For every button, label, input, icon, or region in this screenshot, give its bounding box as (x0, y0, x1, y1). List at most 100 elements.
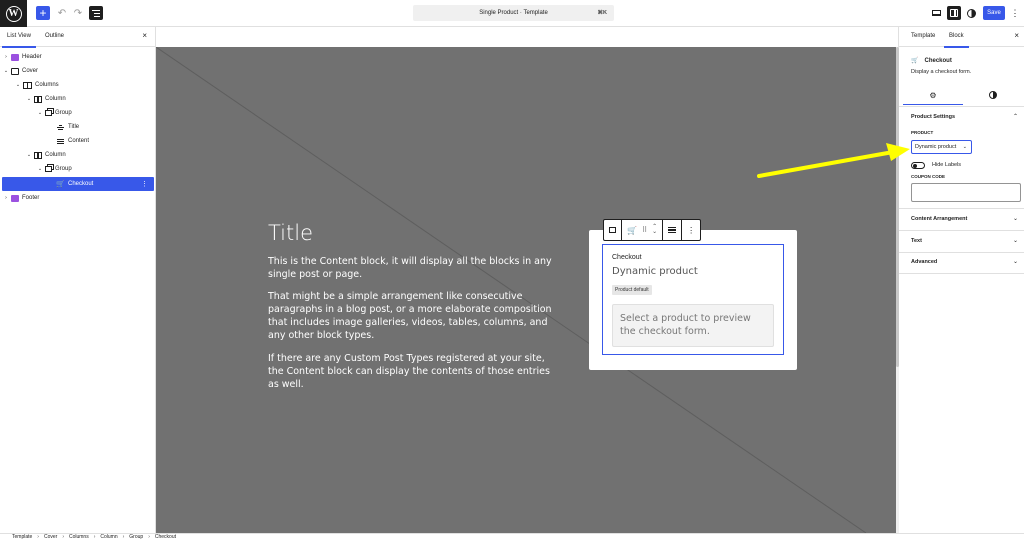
gear-icon: ⚙ (929, 90, 937, 100)
settings-tabs: Template Block × (899, 27, 1024, 48)
close-icon[interactable]: × (142, 31, 147, 40)
cart-icon: 🛒 (56, 181, 65, 188)
list-item-footer[interactable]: › Footer (2, 191, 154, 205)
divider (899, 208, 1024, 209)
chevron-right-icon[interactable]: › (2, 195, 10, 201)
breadcrumb-item[interactable]: Columns (69, 534, 89, 540)
select-parent-button[interactable] (604, 220, 622, 240)
hide-labels-label: Hide Labels (932, 162, 962, 168)
chevron-down-icon[interactable]: ⌄ (1013, 258, 1018, 265)
content-paragraph[interactable]: That might be a simple arrangement like … (268, 290, 556, 342)
list-item-label: Footer (22, 195, 40, 201)
editor-canvas-area: Title This is the Content block, it will… (156, 27, 898, 533)
chevron-down-icon[interactable]: ⌄ (25, 152, 33, 158)
chevron-down-icon[interactable]: ⌄ (1013, 237, 1018, 244)
list-item-cover[interactable]: ⌄ Cover (2, 64, 154, 78)
tab-styles[interactable] (963, 85, 1023, 105)
breadcrumb-item[interactable]: Group (129, 534, 143, 540)
tab-template[interactable]: Template (911, 33, 935, 39)
breadcrumb: Template › Cover › Columns › Column › Group ›… (0, 533, 1024, 540)
settings-panel-icon[interactable] (947, 6, 961, 20)
tab-settings[interactable]: ⚙ (903, 85, 963, 105)
tab-list-view[interactable]: List View (2, 33, 36, 48)
chevron-down-icon[interactable]: ⌄ (36, 166, 44, 172)
styles-icon[interactable] (965, 6, 977, 20)
chevron-right-icon[interactable]: › (2, 54, 10, 60)
checkout-block[interactable]: Checkout Dynamic product Product default… (602, 244, 784, 355)
list-item-columns[interactable]: ⌄ Columns (2, 78, 154, 92)
options-menu-icon[interactable]: ⋮ (1011, 6, 1020, 20)
chevron-up-icon[interactable]: ⌃ (1013, 113, 1018, 120)
top-toolbar: W + ↶ ↷ Single Product · Template ⌘K Sav… (0, 0, 1024, 27)
list-item-column[interactable]: ⌄ Column (2, 148, 154, 162)
product-settings-section-toggle[interactable]: Product Settings (911, 114, 955, 120)
text-section-toggle[interactable]: Text (911, 238, 922, 244)
tab-outline[interactable]: Outline (45, 33, 64, 39)
view-icon[interactable] (930, 6, 942, 20)
block-settings-panel: Template Block × 🛒 Checkout Display a ch… (896, 27, 1024, 533)
block-options-button[interactable]: ⋮ (682, 220, 700, 240)
move-up-down-icon[interactable]: ⌃ ⌄ (652, 224, 657, 235)
chevron-down-icon[interactable]: ⌄ (36, 110, 44, 116)
list-item-content[interactable]: Content (2, 134, 154, 148)
divider (899, 273, 1024, 274)
chevron-down-icon[interactable]: ⌄ (1013, 215, 1018, 222)
list-item-checkout[interactable]: 🛒 Checkout ⋮ (2, 177, 154, 191)
styles-icon (989, 91, 997, 99)
list-item-title[interactable]: Title (2, 120, 154, 134)
coupon-code-input[interactable] (911, 183, 1021, 202)
wordpress-logo-icon[interactable]: W (0, 0, 27, 27)
list-item-column[interactable]: ⌄ Column (2, 92, 154, 106)
drag-handle-icon[interactable]: ⠿ (642, 226, 647, 234)
breadcrumb-item[interactable]: Cover (44, 534, 57, 540)
block-mover[interactable]: 🛒 ⠿ ⌃ ⌄ (622, 220, 664, 240)
align-icon (668, 227, 677, 233)
align-button[interactable] (663, 220, 683, 240)
list-item-group[interactable]: ⌄ Group (2, 162, 154, 176)
canvas-scrollbar[interactable] (896, 47, 899, 533)
more-vertical-icon: ⋮ (687, 225, 696, 235)
save-button[interactable]: Save (983, 6, 1005, 20)
title-block[interactable]: Title (268, 221, 313, 245)
block-options-icon[interactable]: ⋮ (141, 180, 148, 188)
list-item-label: Cover (22, 68, 39, 74)
document-title-bar[interactable]: Single Product · Template ⌘K (413, 5, 614, 21)
scrollbar-thumb[interactable] (896, 47, 899, 367)
column-icon (34, 95, 42, 103)
title-icon (56, 124, 65, 131)
list-view-tabs: List View Outline × (0, 27, 155, 48)
undo-icon[interactable]: ↶ (56, 6, 68, 20)
list-item-header[interactable]: › Header (2, 50, 154, 64)
cart-icon: 🛒 (911, 58, 919, 64)
close-icon[interactable]: × (1014, 31, 1019, 40)
add-block-button[interactable]: + (36, 6, 50, 20)
cover-block[interactable]: Title This is the Content block, it will… (156, 47, 898, 533)
breadcrumb-item[interactable]: Template (12, 534, 32, 540)
content-paragraph[interactable]: If there are any Custom Post Types regis… (268, 352, 556, 391)
breadcrumb-item[interactable]: Column (100, 534, 117, 540)
list-view-toggle-button[interactable] (89, 6, 103, 20)
tab-block[interactable]: Block (944, 33, 969, 48)
advanced-section-toggle[interactable]: Advanced (911, 259, 937, 265)
chevron-down-icon[interactable]: ⌄ (14, 82, 22, 88)
list-item-label: Group (55, 166, 72, 172)
redo-icon[interactable]: ↷ (72, 6, 84, 20)
product-select-value: Dynamic product (915, 144, 957, 150)
content-arrangement-section-toggle[interactable]: Content Arrangement (911, 216, 967, 222)
content-paragraph[interactable]: This is the Content block, it will displ… (268, 255, 556, 281)
chevron-down-icon[interactable]: ⌄ (25, 96, 33, 102)
breadcrumb-item[interactable]: Checkout (155, 534, 176, 540)
product-label: PRODUCT (911, 130, 934, 135)
block-card-header: 🛒 Checkout (911, 57, 952, 65)
chevron-right-icon: › (62, 534, 64, 540)
product-select[interactable]: Dynamic product ⌄ (911, 140, 972, 154)
list-item-group[interactable]: ⌄ Group (2, 106, 154, 120)
list-item-label: Column (45, 96, 66, 102)
checkout-preview-notice: Select a product to preview the checkout… (612, 304, 774, 347)
annotation-arrow-icon (757, 143, 910, 178)
checkout-card[interactable]: Checkout Dynamic product Product default… (589, 230, 797, 370)
chevron-down-icon[interactable]: ⌄ (2, 68, 10, 74)
list-item-label: Header (22, 54, 42, 60)
divider (899, 252, 1024, 253)
group-icon (45, 166, 52, 172)
